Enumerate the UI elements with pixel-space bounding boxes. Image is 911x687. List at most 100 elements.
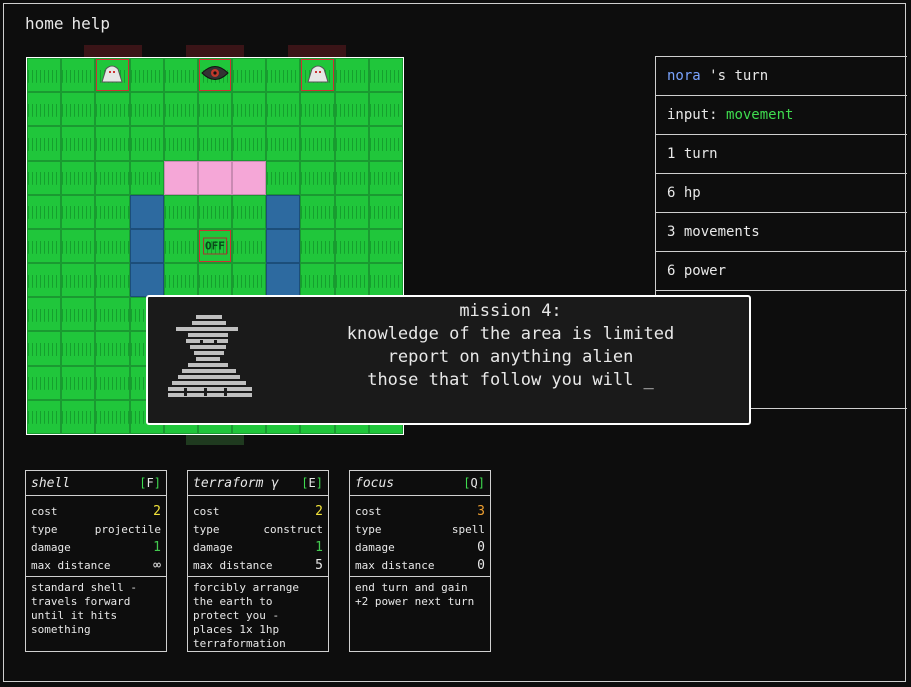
board-cell[interactable] (232, 194, 267, 229)
ability-card-focus[interactable]: focus [Q] cost 3 type spell damage 0 max dis… (349, 470, 491, 652)
board-cell[interactable] (334, 58, 369, 93)
board-cell[interactable] (27, 194, 62, 229)
board-cell[interactable] (27, 160, 62, 195)
board-cell[interactable] (129, 194, 164, 229)
board-cell[interactable] (163, 126, 198, 161)
board-cell[interactable] (61, 331, 96, 366)
board-cell[interactable] (129, 58, 164, 93)
board-cell[interactable] (266, 58, 301, 93)
ghost-unit-icon[interactable] (100, 63, 124, 87)
board-cell[interactable] (61, 92, 96, 127)
board-cell[interactable] (300, 126, 335, 161)
eye-unit-icon[interactable] (201, 64, 229, 86)
board-cell[interactable] (300, 58, 335, 93)
board-cell[interactable] (334, 126, 369, 161)
board-cell[interactable] (95, 263, 130, 298)
board-cell[interactable] (95, 58, 130, 93)
board-cell[interactable] (27, 126, 62, 161)
board-cell[interactable] (197, 58, 233, 93)
board-cell[interactable] (368, 160, 403, 195)
mission-dialog[interactable]: mission 4: knowledge of the area is limit… (146, 295, 751, 425)
board-cell[interactable] (300, 92, 335, 127)
board-cell[interactable] (232, 228, 267, 264)
board-cell[interactable] (266, 160, 301, 195)
board-cell[interactable] (300, 228, 335, 264)
board-cell[interactable] (27, 263, 62, 298)
board-cell[interactable] (61, 58, 96, 93)
board-cell[interactable] (27, 228, 62, 264)
board-cell[interactable] (129, 263, 164, 298)
board-cell[interactable] (334, 263, 369, 298)
board-cell[interactable]: OFF (197, 228, 233, 264)
board-cell[interactable] (197, 160, 233, 195)
board-cell[interactable] (61, 160, 96, 195)
ghost-unit-icon[interactable] (306, 63, 330, 87)
board-cell[interactable] (232, 126, 267, 161)
board-cell[interactable] (27, 331, 62, 366)
ability-card-terraform[interactable]: terraform γ [E] cost 2 type construct damag… (187, 470, 329, 652)
board-cell[interactable] (300, 263, 335, 298)
board-cell[interactable] (266, 92, 301, 127)
off-switch-label[interactable]: OFF (203, 237, 227, 255)
board-cell[interactable] (368, 263, 403, 298)
board-cell[interactable] (163, 228, 198, 264)
help-link[interactable]: help (72, 14, 111, 33)
board-cell[interactable] (61, 228, 96, 264)
board-cell[interactable] (95, 399, 130, 434)
board-cell[interactable] (129, 228, 164, 264)
board-cell[interactable] (266, 263, 301, 298)
board-cell[interactable] (61, 263, 96, 298)
board-cell[interactable] (197, 263, 233, 298)
board-cell[interactable] (95, 126, 130, 161)
board-cell[interactable] (27, 399, 62, 434)
board-cell[interactable] (368, 126, 403, 161)
board-cell[interactable] (197, 194, 233, 229)
board-cell[interactable] (197, 126, 233, 161)
board-cell[interactable] (163, 194, 198, 229)
board-cell[interactable] (61, 126, 96, 161)
board-cell[interactable] (27, 58, 62, 93)
board-cell[interactable] (300, 194, 335, 229)
board-cell[interactable] (334, 160, 369, 195)
board-cell[interactable] (61, 297, 96, 332)
board-cell[interactable] (197, 92, 233, 127)
board-cell[interactable] (232, 58, 267, 93)
board-cell[interactable] (163, 92, 198, 127)
board-cell[interactable] (368, 92, 403, 127)
board-cell[interactable] (266, 194, 301, 229)
board-cell[interactable] (129, 126, 164, 161)
board-cell[interactable] (27, 297, 62, 332)
home-link[interactable]: home (25, 14, 64, 33)
board-cell[interactable] (266, 228, 301, 264)
board-cell[interactable] (129, 160, 164, 195)
board-cell[interactable] (163, 160, 198, 195)
board-cell[interactable] (27, 365, 62, 400)
board-cell[interactable] (129, 92, 164, 127)
board-cell[interactable] (232, 160, 267, 195)
ability-card-shell[interactable]: shell [F] cost 2 type projectile damage 1 ma… (25, 470, 167, 652)
board-cell[interactable] (95, 160, 130, 195)
board-cell[interactable] (368, 58, 403, 93)
board-cell[interactable] (95, 228, 130, 264)
board-cell[interactable] (232, 92, 267, 127)
board-cell[interactable] (27, 92, 62, 127)
board-cell[interactable] (232, 263, 267, 298)
board-cell[interactable] (334, 194, 369, 229)
board-cell[interactable] (334, 92, 369, 127)
board-cell[interactable] (368, 228, 403, 264)
board-cell[interactable] (368, 194, 403, 229)
board-cell[interactable] (61, 399, 96, 434)
board-cell[interactable] (300, 160, 335, 195)
board-cell[interactable] (334, 228, 369, 264)
board-cell[interactable] (95, 194, 130, 229)
board-cell[interactable] (163, 58, 198, 93)
board-cell[interactable] (95, 92, 130, 127)
board-cell[interactable] (61, 365, 96, 400)
board-cell[interactable] (163, 263, 198, 298)
board-cell[interactable] (61, 194, 96, 229)
turn-owner: nora 's turn (656, 57, 907, 96)
board-cell[interactable] (266, 126, 301, 161)
board-cell[interactable] (95, 365, 130, 400)
board-cell[interactable] (95, 297, 130, 332)
board-cell[interactable] (95, 331, 130, 366)
